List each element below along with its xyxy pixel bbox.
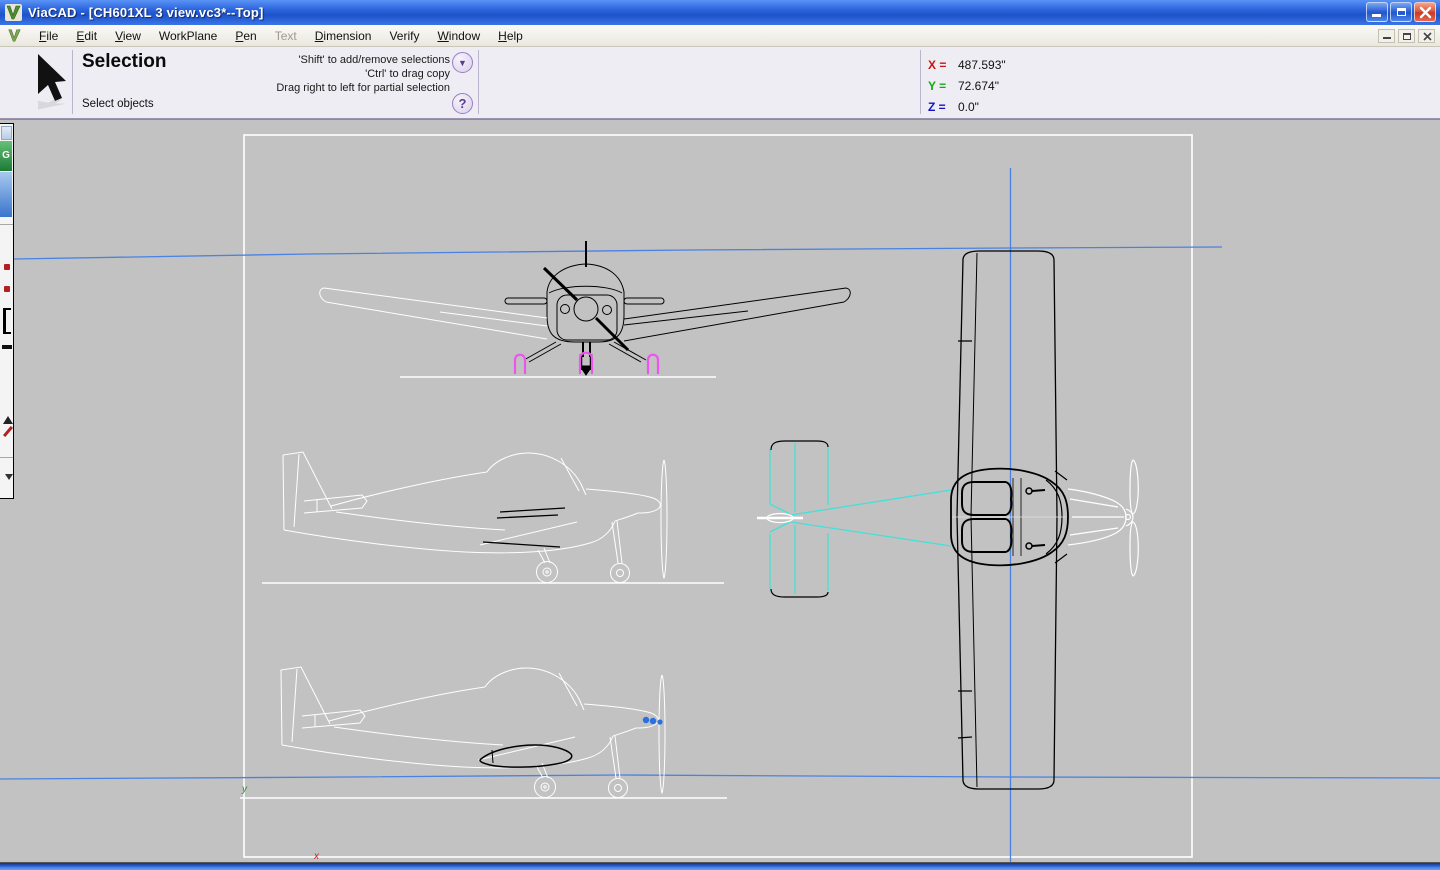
menu-dimension[interactable]: Dimension — [306, 26, 381, 46]
panel-divider — [72, 50, 73, 114]
mdi-close-button[interactable] — [1418, 29, 1435, 43]
tool-hints: 'Shift' to add/remove selections 'Ctrl' … — [150, 53, 450, 95]
construction-lines[interactable] — [0, 168, 1440, 862]
window-title: ViaCAD - [CH601XL 3 view.vc3*--Top] — [28, 5, 264, 20]
sheet-boundary[interactable] — [244, 135, 1192, 857]
palette-button[interactable] — [1, 126, 12, 140]
clipped-tool-palette[interactable]: G — [0, 123, 14, 499]
drawing-viewport[interactable]: y x — [0, 119, 1440, 862]
close-button[interactable] — [1414, 2, 1436, 22]
menu-file[interactable]: File — [30, 26, 67, 46]
document-icon — [7, 28, 22, 43]
palette-line-style-icon[interactable] — [2, 345, 12, 349]
chevron-down-icon: ▼ — [458, 58, 467, 68]
menu-window[interactable]: Window — [428, 26, 489, 46]
z-coordinate-row: Z = 0.0" — [928, 96, 1006, 117]
x-coordinate-label: X = — [928, 58, 958, 72]
windows-taskbar-edge — [0, 862, 1440, 870]
palette-separator — [0, 457, 13, 458]
left-wing[interactable] — [320, 288, 547, 339]
mdi-restore-button[interactable] — [1398, 29, 1415, 43]
panel-divider — [920, 50, 921, 114]
palette-dropdown-icon[interactable] — [5, 474, 13, 480]
front-view-drawing[interactable] — [320, 241, 851, 377]
cad-drawing: y x — [0, 120, 1440, 863]
minimize-button[interactable] — [1366, 2, 1388, 22]
construction-line-bottom[interactable] — [0, 775, 1440, 779]
selection-cursor-icon — [14, 52, 84, 114]
palette-button[interactable] — [0, 172, 12, 217]
minimize-icon — [1372, 14, 1381, 17]
hint-line: Drag right to left for partial selection — [150, 81, 450, 95]
z-coordinate-label: Z = — [928, 100, 958, 114]
menu-verify[interactable]: Verify — [380, 26, 428, 46]
viacad-app-icon — [5, 4, 22, 21]
coordinate-readout: X = 487.593" Y = 72.674" Z = 0.0" — [928, 54, 1006, 117]
menu-edit[interactable]: Edit — [67, 26, 106, 46]
z-coordinate-value: 0.0" — [958, 100, 979, 114]
palette-pen-color-icon[interactable] — [4, 286, 10, 292]
menu-pen[interactable]: Pen — [226, 26, 265, 46]
close-icon — [1422, 31, 1433, 42]
workplane-y-axis-label: y — [241, 784, 248, 795]
palette-arrow-icon[interactable] — [3, 416, 13, 424]
construction-line-top[interactable] — [14, 247, 1222, 259]
close-icon — [1418, 5, 1433, 20]
hint-line: 'Ctrl' to drag copy — [150, 67, 450, 81]
tool-status-text: Select objects — [82, 98, 154, 110]
side-view-bottom-drawing[interactable] — [240, 667, 727, 798]
hint-line: 'Shift' to add/remove selections — [150, 53, 450, 67]
restore-icon — [1403, 33, 1411, 40]
x-coordinate-value: 487.593" — [958, 58, 1006, 72]
workplane-x-axis-label: x — [313, 851, 320, 862]
minimize-icon — [1383, 37, 1391, 39]
title-bar: ViaCAD - [CH601XL 3 view.vc3*--Top] — [0, 0, 1440, 25]
palette-pen-color-icon[interactable] — [4, 264, 10, 270]
restore-button[interactable] — [1390, 2, 1412, 22]
menu-workplane[interactable]: WorkPlane — [150, 26, 226, 46]
side-view-middle-drawing[interactable] — [262, 452, 724, 583]
y-coordinate-value: 72.674" — [958, 79, 999, 93]
tool-options-panel: Selection Select objects 'Shift' to add/… — [0, 47, 1440, 119]
tool-options-dropdown-button[interactable]: ▼ — [452, 52, 473, 73]
y-coordinate-row: Y = 72.674" — [928, 75, 1006, 96]
palette-grid-button[interactable]: G — [0, 141, 12, 171]
y-coordinate-label: Y = — [928, 79, 958, 93]
selected-points-markers[interactable] — [643, 717, 663, 725]
restore-icon — [1397, 8, 1406, 16]
menu-bar: File Edit View WorkPlane Pen Text Dimens… — [0, 25, 1440, 47]
top-view-drawing[interactable] — [757, 251, 1138, 789]
panel-divider — [478, 50, 479, 114]
palette-slash-icon[interactable] — [3, 426, 13, 437]
mdi-minimize-button[interactable] — [1378, 29, 1395, 43]
menu-view[interactable]: View — [106, 26, 150, 46]
right-wing[interactable] — [624, 288, 850, 341]
menu-help[interactable]: Help — [489, 26, 532, 46]
propeller-blades — [1130, 460, 1138, 576]
palette-separator — [0, 224, 13, 225]
menu-text: Text — [266, 26, 306, 46]
palette-bracket-icon[interactable] — [3, 308, 11, 334]
help-icon: ? — [459, 96, 467, 111]
tool-help-button[interactable]: ? — [452, 93, 473, 114]
nose-cowling[interactable] — [1068, 460, 1138, 576]
x-coordinate-row: X = 487.593" — [928, 54, 1006, 75]
